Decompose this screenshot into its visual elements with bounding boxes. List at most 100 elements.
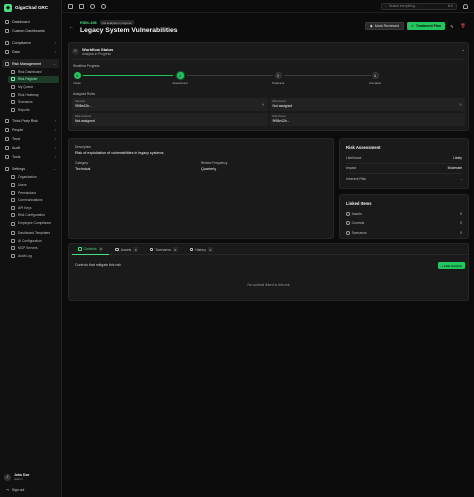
check-icon: ✓ (410, 24, 414, 28)
dashboard-icon (5, 19, 9, 24)
chevron-up-icon[interactable]: ⌃ (461, 49, 465, 54)
sidebar-item-custom-dashboards[interactable]: Custom Dashboards (2, 26, 59, 35)
delete-icon[interactable]: 🗑 (459, 22, 467, 30)
sidebar-item-api-keys[interactable]: API Keys (8, 204, 59, 212)
edit-icon[interactable]: ✎ (448, 22, 456, 30)
chevron-right-icon: › (54, 49, 56, 54)
sidebar-item-third-party-risk[interactable]: Third-Party Risk › (2, 117, 59, 126)
global-search-input[interactable]: ⌕ Search everything... ⌘K (381, 2, 457, 10)
scenario-icon (11, 100, 15, 105)
sidebar-item-audit-log[interactable]: Audit Log (8, 252, 59, 260)
sidebar-item-dashboard[interactable]: Dashboard (2, 17, 59, 26)
category-value: Technical (75, 167, 91, 171)
sidebar-item-ai-configuration[interactable]: AI Configuration (8, 237, 59, 245)
back-arrow-icon[interactable]: ← (69, 24, 74, 30)
mark-reviewed-button[interactable]: ◉ Mark Reviewed (364, 22, 404, 30)
chart-icon (11, 69, 15, 74)
sidebar-item-settings[interactable]: Settings ⌄ (2, 165, 59, 174)
report-icon (11, 107, 15, 112)
user-role: Admin (14, 477, 23, 481)
sparkle-icon (11, 238, 15, 243)
workflow-step-intake: 1 Intake (73, 72, 81, 85)
sign-out-button[interactable]: ↪ Sign out (6, 488, 24, 492)
help-icon[interactable] (90, 3, 95, 9)
tab-controls[interactable]: Controls 0 (72, 244, 110, 255)
edit-icon[interactable]: ✎ (262, 103, 265, 107)
template-icon (11, 230, 15, 235)
likelihood-row: Likelihood Likely (346, 153, 462, 164)
asset-icon (115, 247, 119, 252)
role-risk-owner-2: Risk Owner 9f98e42b... (269, 113, 465, 126)
app-name: GigaChad GRC (15, 5, 49, 10)
workflow-step-treatment: 3 Treatment (271, 72, 285, 85)
workflow-header[interactable]: ⟳ Workflow Status Analysis in Progress ⌃ (72, 43, 465, 60)
search-icon: ⌕ (385, 4, 387, 8)
role-risk-owner: Risk Owner Not assigned ✎ (269, 98, 465, 111)
sidebar-item-reports[interactable]: Reports (8, 106, 59, 114)
building-icon (5, 119, 9, 124)
shield-icon (5, 40, 9, 45)
users-icon (5, 128, 9, 133)
linked-scenarios-row: Scenarios 0 (346, 228, 462, 238)
sidebar-item-trust[interactable]: Trust › (2, 135, 59, 144)
sidebar-item-dashboard-templates[interactable]: Dashboard Templates (8, 229, 59, 237)
database-icon (5, 49, 9, 54)
risk-assessment-title: Risk Assessment (346, 145, 381, 150)
sidebar-item-compliance[interactable]: Compliance › (2, 38, 59, 47)
tab-assets[interactable]: Assets 0 (109, 244, 144, 255)
sidebar-item-users[interactable]: Users (8, 181, 59, 189)
bell-icon[interactable] (463, 3, 468, 9)
role-risk-assessor: Risk Assessor Not assigned (72, 113, 268, 126)
description-fields: Category Technical Review Frequency Quar… (75, 161, 327, 171)
trust-icon (5, 137, 9, 142)
sidebar-item-audit[interactable]: Audit › (2, 144, 59, 153)
eye-icon: ◉ (369, 24, 373, 28)
sidebar-item-risk-dashboard[interactable]: Risk Dashboard (8, 68, 59, 76)
sidebar-item-data[interactable]: Data › (2, 47, 59, 56)
controls-heading: Controls that mitigate this risk (75, 263, 121, 267)
chevron-down-icon: ⌄ (52, 61, 56, 66)
category-label: Category (75, 161, 88, 165)
risk-id: RISK-408 (80, 20, 97, 25)
treatment-plan-button[interactable]: ✓ Treatment Plan (406, 22, 445, 30)
user-profile[interactable]: J John Doe Admin (4, 473, 29, 481)
sidebar-item-risk-heatmap[interactable]: Risk Heatmap (8, 91, 59, 99)
empty-state: No controls linked to this risk (247, 283, 290, 287)
sidebar-item-my-queue[interactable]: My Queue (8, 83, 59, 91)
step-connector (187, 75, 273, 76)
wrench-icon (5, 155, 9, 160)
sidebar-item-people[interactable]: People › (2, 126, 59, 135)
history-icon (189, 247, 194, 252)
link-control-button[interactable]: + Link Control (438, 262, 465, 269)
risk-assessment-card: Risk Assessment Likelihood Likely Impact M… (339, 138, 469, 189)
sidebar-item-permissions[interactable]: Permissions (8, 189, 59, 197)
workflow-progress-label: Workflow Progress (73, 64, 100, 68)
edit-icon[interactable]: ✎ (459, 103, 462, 107)
sidebar-item-employee-compliance[interactable]: Employee Compliance (8, 219, 59, 229)
review-frequency-value: Quarterly (201, 167, 217, 171)
scenario-icon (346, 230, 350, 235)
tab-history[interactable]: History 0 (184, 244, 219, 255)
chevron-right-icon: › (54, 128, 56, 133)
sidebar-item-communications[interactable]: Communications (8, 196, 59, 204)
sidebar-item-risk-management[interactable]: Risk Management ⌄ (2, 59, 59, 68)
heatmap-icon (11, 92, 15, 97)
sidebar-item-tools[interactable]: Tools › (2, 153, 59, 162)
status-badge: risk analysis in progress (99, 20, 134, 25)
list-icon (11, 77, 15, 82)
brand[interactable]: ◆ GigaChad GRC (0, 0, 61, 15)
sidebar-item-risk-configuration[interactable]: Risk Configuration (8, 212, 59, 220)
sidebar-nav: Dashboard Custom Dashboards Compliance › … (0, 15, 61, 262)
sidebar-item-mcp-servers[interactable]: MCP Servers (8, 244, 59, 252)
chevron-right-icon: › (54, 146, 56, 151)
key-icon (11, 190, 15, 195)
sidebar-item-scenarios[interactable]: Scenarios (8, 98, 59, 106)
panel-toggle-icon[interactable] (68, 3, 73, 9)
clipboard-icon[interactable] (79, 3, 84, 9)
settings-icon[interactable] (101, 3, 106, 9)
workflow-title: Workflow Status (82, 46, 114, 52)
sidebar-item-organization[interactable]: Organization (8, 174, 59, 182)
sidebar-item-risk-register[interactable]: Risk Register (8, 75, 59, 84)
tab-scenarios[interactable]: Scenarios 0 (144, 244, 184, 255)
chevron-right-icon: › (54, 119, 56, 124)
